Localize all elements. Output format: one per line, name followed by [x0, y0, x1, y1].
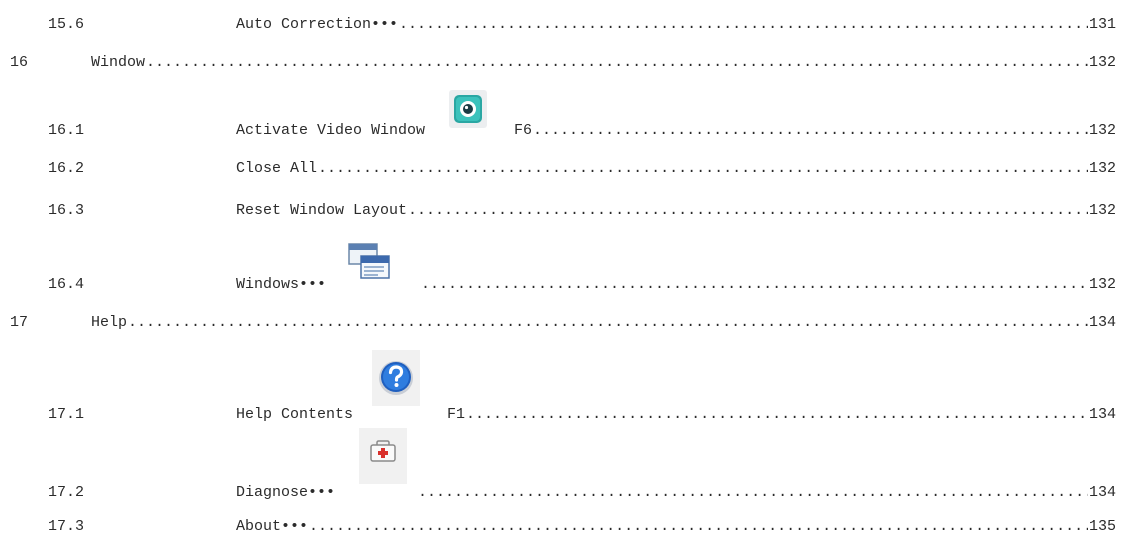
toc-entry-17-2[interactable]: 17.2 Diagnose••• .......................… [0, 428, 1116, 502]
toc-leader-dots: ........................................… [418, 484, 1088, 501]
toc-title: Window [91, 54, 146, 71]
toc-title: Reset Window Layout [236, 202, 408, 219]
toc-page-number: 131 [1088, 16, 1116, 33]
video-camera-icon [447, 90, 489, 140]
toc-entry-16-3[interactable]: 16.3 Reset Window Layout ...............… [0, 200, 1116, 220]
toc-leader-dots: ........................................… [309, 518, 1088, 535]
toc-title: Windows••• [236, 276, 327, 293]
toc-number: 17.3 [48, 518, 85, 535]
toc-entry-17-1[interactable]: 17.1 Help Contents F1 ..................… [0, 350, 1116, 424]
toc-number: 16.1 [48, 122, 85, 139]
toc-leader-dots: ........................................… [421, 276, 1088, 293]
help-question-icon [372, 350, 421, 424]
toc-leader-dots: ........................................… [466, 406, 1088, 423]
toc-entry-15-6[interactable]: 15.6 Auto Correction••• ................… [0, 14, 1116, 34]
toc-number: 16.3 [48, 202, 85, 219]
toc-entry-16-4[interactable]: 16.4 Windows••• ........................… [0, 243, 1116, 294]
first-aid-kit-icon [359, 428, 408, 502]
toc-number: 16 [10, 54, 29, 71]
toc-number: 15.6 [48, 16, 85, 33]
toc-leader-dots: ........................................… [533, 122, 1088, 139]
toc-leader-dots: ........................................… [146, 54, 1088, 71]
toc-shortcut: F6 [514, 122, 533, 139]
toc-page-number: 132 [1088, 54, 1116, 71]
toc-number: 16.2 [48, 160, 85, 177]
toc-title: Close All [236, 160, 318, 177]
toc-title: Diagnose••• [236, 484, 336, 501]
toc-title: About••• [236, 518, 309, 535]
toc-page-number: 135 [1088, 518, 1116, 535]
toc-leader-dots: ........................................… [318, 160, 1088, 177]
toc-entry-16[interactable]: 16 Window ..............................… [0, 52, 1116, 72]
cascade-windows-icon [348, 243, 396, 294]
toc-leader-dots: ........................................… [408, 202, 1088, 219]
toc-number: 17.2 [48, 484, 85, 501]
toc-leader-dots: ........................................… [399, 16, 1088, 33]
toc-entry-17[interactable]: 17 Help ................................… [0, 312, 1116, 332]
toc-number: 17 [10, 314, 29, 331]
toc-page-number: 132 [1088, 202, 1116, 219]
toc-number: 16.4 [48, 276, 85, 293]
toc-page-number: 132 [1088, 276, 1116, 293]
toc-page-number: 134 [1088, 484, 1116, 501]
toc-shortcut: F1 [447, 406, 466, 423]
toc-entry-16-1[interactable]: 16.1 Activate Video Window F6 ..........… [0, 90, 1116, 140]
toc-page-number: 134 [1088, 406, 1116, 423]
toc-title: Help Contents [236, 406, 354, 423]
toc-title: Auto Correction••• [236, 16, 399, 33]
toc-page-number: 132 [1088, 160, 1116, 177]
toc-title: Help [91, 314, 128, 331]
toc-leader-dots: ........................................… [128, 314, 1088, 331]
toc-title: Activate Video Window [236, 122, 426, 139]
toc-page-number: 134 [1088, 314, 1116, 331]
toc-page-number: 132 [1088, 122, 1116, 139]
toc-entry-17-3[interactable]: 17.3 About••• ..........................… [0, 516, 1116, 536]
toc-entry-16-2[interactable]: 16.2 Close All .........................… [0, 158, 1116, 178]
toc-number: 17.1 [48, 406, 85, 423]
